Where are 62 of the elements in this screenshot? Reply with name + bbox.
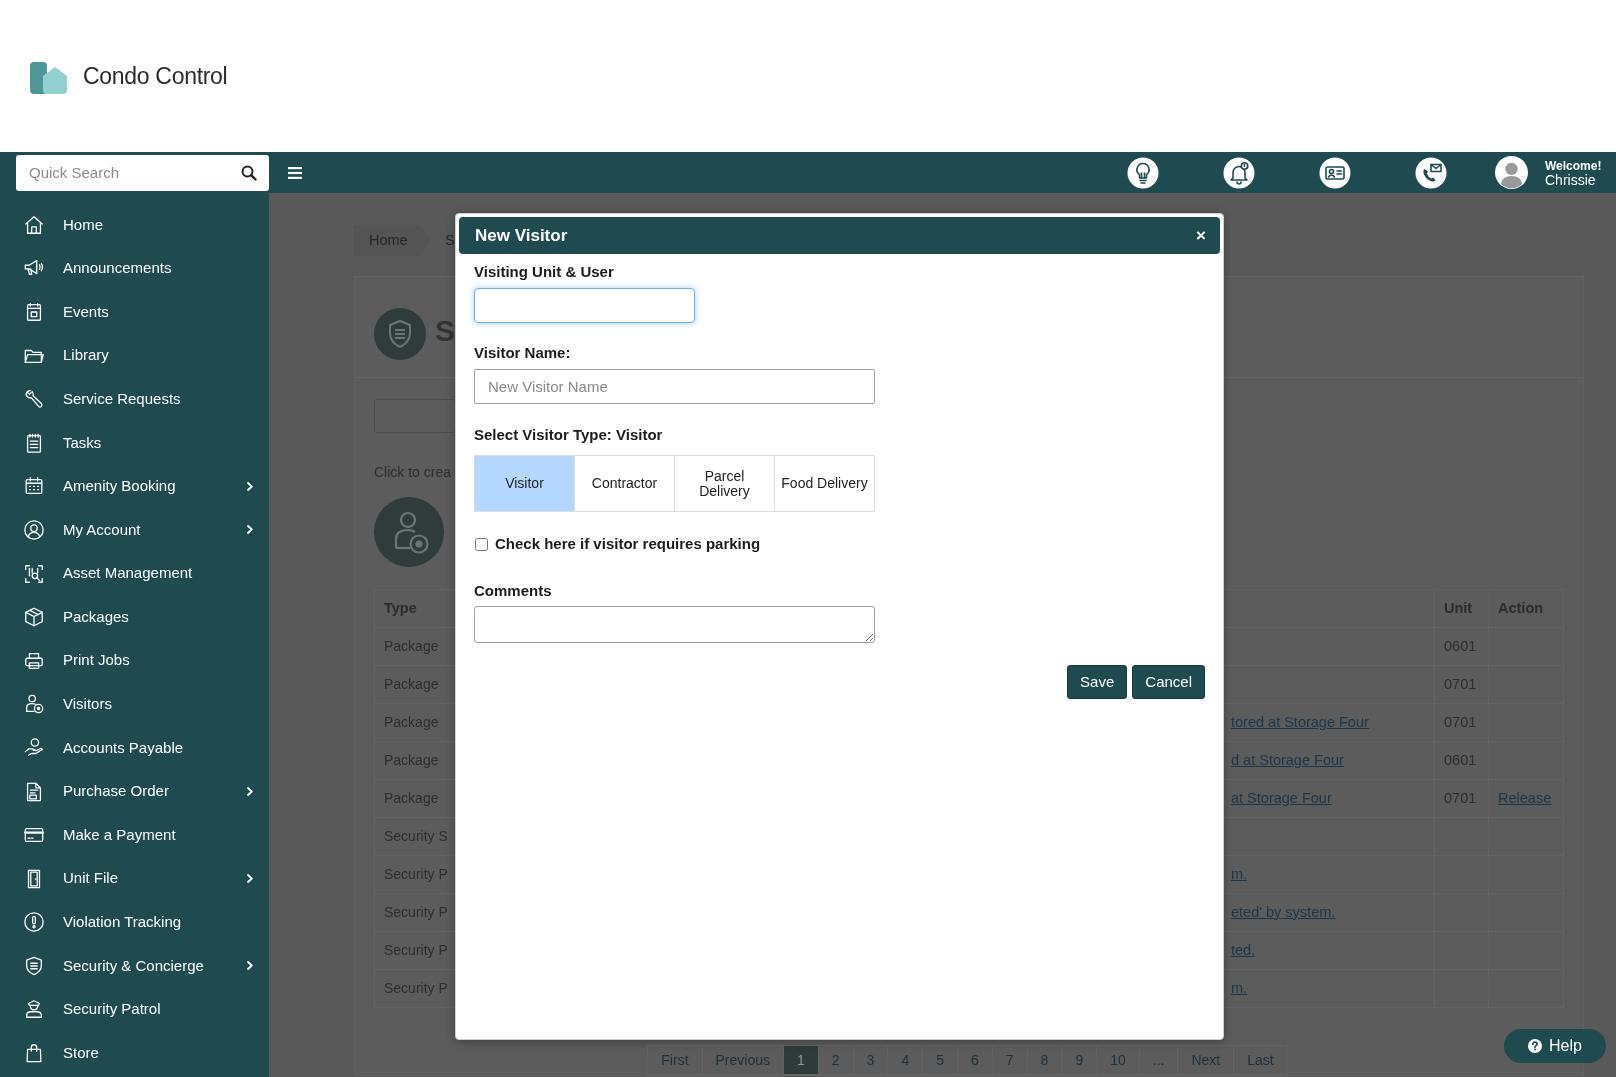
user-circle-icon — [23, 518, 45, 541]
dialog-button[interactable]: Save — [1067, 665, 1128, 699]
sidebar-item[interactable]: Unit File — [0, 856, 269, 901]
brand-name: Condo Control — [83, 61, 228, 91]
officer-icon — [23, 998, 45, 1021]
welcome-text: Welcome! — [1545, 158, 1602, 173]
sidebar-item[interactable]: Store — [0, 1031, 269, 1075]
sidebar-item[interactable]: Tasks — [0, 420, 269, 465]
logo-icon — [30, 62, 67, 94]
sidebar-item[interactable]: Home — [0, 203, 269, 247]
help-icon — [1528, 1039, 1543, 1053]
sidebar-item[interactable]: Events — [0, 290, 269, 334]
sidebar-item[interactable]: Announcements — [0, 246, 269, 291]
box-icon — [23, 606, 45, 629]
lightbulb-icon[interactable] — [1127, 156, 1159, 189]
hand-coin-icon — [23, 736, 45, 759]
id-card-icon[interactable] — [1319, 156, 1351, 189]
sidebar-item[interactable]: Packages — [0, 595, 269, 639]
sidebar-item[interactable]: Security & Concierge — [0, 944, 269, 988]
search-icon[interactable] — [241, 164, 257, 181]
shield-icon — [374, 308, 426, 360]
avatar-icon[interactable] — [1495, 156, 1528, 189]
comments-field[interactable] — [474, 606, 875, 643]
sidebar-item[interactable]: Amenity Booking — [0, 464, 269, 509]
sidebar-item[interactable]: My Account — [0, 508, 269, 552]
shield-icon — [23, 954, 45, 977]
help-button[interactable]: Help — [1504, 1029, 1606, 1063]
alert-circle-icon — [23, 911, 45, 934]
page-button[interactable]: 1 — [783, 1045, 819, 1075]
field-label: Comments — [474, 581, 552, 601]
sidebar-item[interactable]: Purchase Order — [0, 769, 269, 814]
parking-checkbox[interactable] — [475, 537, 488, 551]
type-option[interactable]: Visitor — [475, 456, 574, 511]
dialog-button[interactable]: Cancel — [1132, 665, 1205, 699]
dialog-title: New Visitor — [475, 224, 569, 247]
visitor-name-field[interactable]: New Visitor Name — [474, 369, 875, 404]
close-button[interactable]: × — [1194, 227, 1208, 244]
home-icon — [23, 213, 45, 236]
menu-icon[interactable] — [288, 166, 302, 179]
sidebar-item[interactable]: Make a Payment — [0, 813, 269, 857]
search-field[interactable]: Quick Search — [16, 154, 269, 191]
sidebar-item[interactable]: Violation Tracking — [0, 900, 269, 945]
field-label: Select Visitor Type: Visitor — [474, 425, 663, 445]
wrench-icon — [23, 388, 45, 411]
sidebar-item[interactable]: Accounts Payable — [0, 726, 269, 770]
unit-user-field[interactable] — [474, 288, 695, 323]
bell-icon[interactable] — [1223, 156, 1255, 189]
shopping-bag-icon — [23, 1042, 45, 1065]
person-badge-icon — [23, 693, 45, 716]
sidebar-item[interactable]: Print Jobs — [0, 638, 269, 683]
field-label: Visitor Name: — [474, 343, 571, 363]
scan-frame-icon — [23, 562, 45, 585]
person-badge-icon[interactable] — [374, 497, 444, 567]
sidebar-item[interactable]: Library — [0, 333, 269, 378]
field-label: Visiting Unit & User — [474, 262, 614, 282]
sidebar-item[interactable]: Security Patrol — [0, 987, 269, 1032]
checkbox-label: Check here if visitor requires parking — [495, 534, 761, 554]
sidebar-item[interactable]: Service Requests — [0, 377, 269, 421]
phone-mail-icon[interactable] — [1415, 156, 1447, 189]
sidebar-item[interactable]: Visitors — [0, 682, 269, 727]
sidebar-item[interactable]: Asset Management — [0, 551, 269, 596]
user-name: Chrissie — [1545, 172, 1597, 187]
